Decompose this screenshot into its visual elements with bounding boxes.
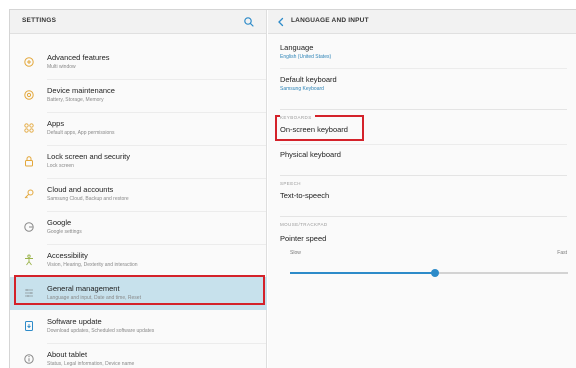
- language-input-header: LANGUAGE AND INPUT: [268, 10, 576, 34]
- info-icon: [24, 354, 34, 364]
- default-keyboard-item[interactable]: Default keyboard Samsung Keyboard: [280, 75, 337, 92]
- update-icon: [25, 321, 33, 331]
- nav-subtitle: Lock screen: [47, 163, 74, 169]
- physical-keyboard-item[interactable]: Physical keyboard: [280, 150, 341, 159]
- language-value: English (United States): [280, 54, 332, 60]
- nav-title: Device maintenance: [47, 86, 115, 95]
- lock-icon: [25, 156, 33, 167]
- apps-grid-icon: [24, 123, 34, 133]
- default-keyboard-title: Default keyboard: [280, 75, 337, 84]
- slider-thumb[interactable]: [430, 269, 439, 277]
- panel-title: LANGUAGE AND INPUT: [291, 17, 369, 24]
- accessibility-icon: [25, 254, 33, 266]
- chevron-left-icon: [278, 17, 284, 27]
- nav-title: Cloud and accounts: [47, 185, 114, 194]
- settings-list-panel: SETTINGS Advanced features Multi window …: [10, 10, 267, 368]
- nav-item-device-maintenance[interactable]: Device maintenance Battery, Storage, Mem…: [10, 79, 267, 112]
- nav-subtitle: Status, Legal information, Device name: [47, 361, 135, 367]
- settings-header: SETTINGS: [10, 10, 266, 34]
- search-icon: [244, 17, 254, 27]
- refresh-icon: [24, 90, 34, 100]
- puzzle-icon: [24, 57, 34, 67]
- google-icon: [24, 222, 34, 232]
- nav-subtitle: Samsung Cloud, Backup and restore: [47, 196, 129, 202]
- nav-title: About tablet: [47, 350, 88, 359]
- pointer-speed-slider[interactable]: [290, 269, 568, 277]
- pointer-speed-title: Pointer speed: [280, 234, 327, 243]
- category-keyboards-label: KEYBOARDS: [280, 115, 315, 120]
- nav-title: Advanced features: [47, 53, 110, 62]
- slider-fill: [290, 272, 435, 274]
- language-item[interactable]: Language English (United States): [280, 43, 331, 60]
- text-to-speech-item[interactable]: Text-to-speech: [280, 191, 329, 200]
- language-input-panel: LANGUAGE AND INPUT Language English (Uni…: [268, 10, 576, 368]
- nav-item-apps[interactable]: Apps Default apps, App permissions: [10, 112, 267, 145]
- nav-subtitle: Google settings: [47, 229, 82, 235]
- language-title: Language: [280, 43, 314, 52]
- nav-item-about-tablet[interactable]: About tablet Status, Legal information, …: [10, 343, 267, 368]
- default-keyboard-value: Samsung Keyboard: [280, 86, 324, 92]
- nav-subtitle: Battery, Storage, Memory: [47, 97, 104, 103]
- physical-keyboard-title: Physical keyboard: [280, 150, 341, 159]
- slider-min-label: Slow: [290, 250, 301, 256]
- back-button[interactable]: [274, 15, 288, 29]
- nav-title: Accessibility: [47, 251, 88, 260]
- category-speech: SPEECH: [280, 172, 567, 186]
- key-icon: [24, 189, 34, 199]
- pointer-speed-item: Pointer speed: [280, 234, 326, 243]
- category-keyboards: KEYBOARDS: [280, 106, 567, 120]
- nav-subtitle: Multi window: [47, 64, 76, 70]
- nav-title: Software update: [47, 317, 102, 326]
- nav-title: Lock screen and security: [47, 152, 130, 161]
- category-speech-label: SPEECH: [280, 181, 304, 186]
- nav-item-cloud-accounts[interactable]: Cloud and accounts Samsung Cloud, Backup…: [10, 178, 267, 211]
- nav-subtitle: Vision, Hearing, Dexterity and interacti…: [47, 262, 138, 268]
- settings-window: SETTINGS Advanced features Multi window …: [9, 9, 576, 368]
- text-to-speech-title: Text-to-speech: [280, 191, 330, 200]
- highlight-general-management: [14, 275, 265, 305]
- nav-item-accessibility[interactable]: Accessibility Vision, Hearing, Dexterity…: [10, 244, 267, 277]
- nav-item-lock-screen-security[interactable]: Lock screen and security Lock screen: [10, 145, 267, 178]
- nav-title: Apps: [47, 119, 65, 128]
- nav-item-advanced-features[interactable]: Advanced features Multi window: [10, 46, 267, 79]
- category-mouse-trackpad: MOUSE/TRACKPAD: [280, 213, 567, 227]
- nav-item-software-update[interactable]: Software update Download updates, Schedu…: [10, 310, 267, 343]
- slider-max-label: Fast: [557, 250, 567, 256]
- settings-title: SETTINGS: [22, 17, 57, 24]
- nav-item-google[interactable]: Google Google settings: [10, 211, 267, 244]
- nav-subtitle: Download updates, Scheduled software upd…: [47, 328, 155, 334]
- category-mouse-label: MOUSE/TRACKPAD: [280, 222, 331, 227]
- search-button[interactable]: [242, 15, 256, 29]
- nav-title: Google: [47, 218, 72, 227]
- nav-subtitle: Default apps, App permissions: [47, 130, 115, 136]
